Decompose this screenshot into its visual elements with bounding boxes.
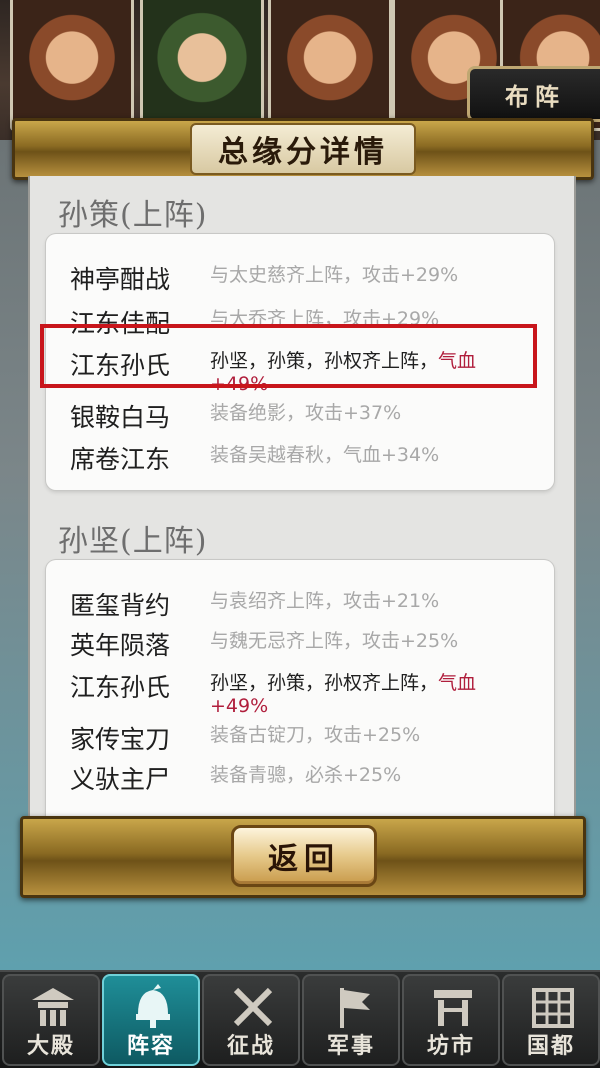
bond-desc: 与魏无忌齐上阵，攻击+25% [210,630,459,652]
highlight-box [40,324,537,388]
bond-desc: 孙坚，孙策，孙权齐上阵，气血+49% [210,672,477,717]
helmet-icon [136,984,170,1028]
dialog-footer: 返回 [20,816,586,898]
nav-item-military[interactable]: 军事 [302,974,400,1066]
bond-desc: 装备绝影，攻击+37% [210,402,402,424]
dialog-header: 总缘分详情 [12,118,594,180]
bond-desc: 与太史慈齐上阵，攻击+29% [210,264,459,286]
nav-label: 坊市 [426,1034,475,1059]
nav-item-main-hall[interactable]: 大殿 [2,974,100,1066]
nav-label: 大殿 [26,1034,75,1059]
nav-label: 国都 [526,1034,575,1059]
flag-icon [340,988,370,1028]
nav-item-market[interactable]: 坊市 [402,974,500,1066]
bond-name: 义驮主尸 [70,765,171,794]
nav-item-capital[interactable]: 国都 [502,974,600,1066]
hero-portrait-1[interactable] [10,0,134,131]
nav-item-campaign[interactable]: 征战 [202,974,300,1066]
bottom-nav: 大殿 阵容 征战 军事 坊市 国都 [0,970,600,1068]
bond-name: 匿玺背约 [70,591,171,620]
section-title-sunjian: 孙坚(上阵) [58,524,208,559]
bond-details-panel[interactable]: 孙策(上阵) 神亭酣战 与太史慈齐上阵，攻击+29% 江东佳配 与大乔齐上阵，攻… [28,176,576,826]
bond-desc: 装备古锭刀，攻击+25% [210,724,421,746]
bond-desc: 与袁绍齐上阵，攻击+21% [210,590,440,612]
bond-list-card-sunjian: 匿玺背约 与袁绍齐上阵，攻击+21% 英年陨落 与魏无忌齐上阵，攻击+25% 江… [46,560,554,826]
bond-desc: 装备吴越春秋，气血+34% [210,444,440,466]
bond-name: 席卷江东 [70,445,171,474]
section-title-sunce: 孙策(上阵) [58,198,208,233]
market-stall-icon [434,990,472,1026]
dialog-title: 总缘分详情 [190,123,416,175]
nav-label: 征战 [226,1034,275,1059]
nav-item-lineup[interactable]: 阵容 [102,974,200,1066]
hero-portrait-2[interactable] [140,0,264,131]
palace-icon [32,988,74,1026]
bond-name: 江东孙氏 [70,673,171,702]
nav-label: 阵容 [126,1034,175,1059]
bond-name: 神亭酣战 [70,265,171,294]
crossed-swords-icon [233,987,273,1027]
bond-desc: 装备青骢，必杀+25% [210,764,402,786]
bond-name: 家传宝刀 [70,725,171,754]
bond-name: 英年陨落 [70,631,171,660]
city-wall-icon [532,988,574,1028]
hero-portrait-3[interactable] [268,0,392,131]
nav-label: 军事 [326,1034,375,1059]
formation-tab[interactable]: 布阵 [467,66,600,122]
bond-name: 银鞍白马 [70,403,171,432]
back-button[interactable]: 返回 [231,825,377,887]
